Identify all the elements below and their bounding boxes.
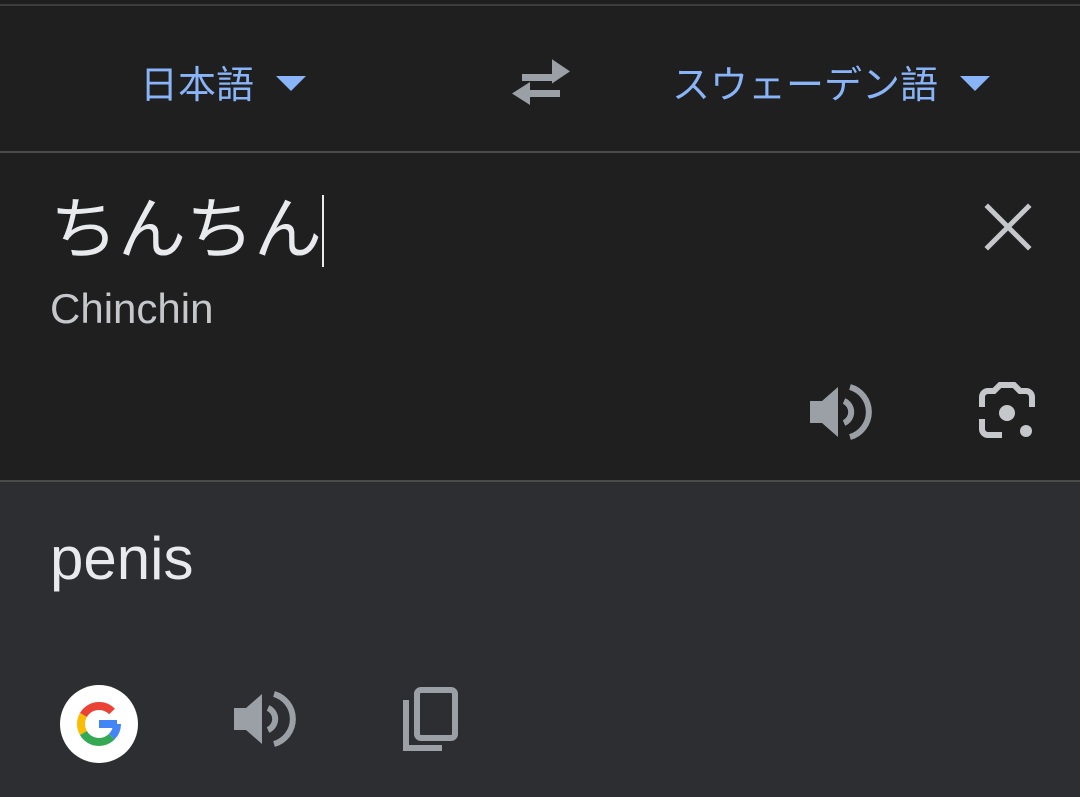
copy-icon: [403, 687, 458, 751]
source-text-input[interactable]: ちんちん: [50, 191, 325, 271]
swap-arrows-icon: [512, 59, 570, 105]
romanization-text: Chinchin: [50, 285, 214, 332]
chevron-down-icon: [276, 75, 307, 91]
camera-translate-button[interactable]: [974, 381, 1040, 443]
source-input-area[interactable]: ちんちん Chinchin: [0, 153, 1080, 482]
copy-translation-button[interactable]: [398, 686, 464, 756]
source-language-label: 日本語: [140, 62, 255, 107]
source-text: ちんちん: [50, 191, 323, 270]
speaker-icon: [234, 691, 296, 747]
source-language-selector[interactable]: 日本語: [140, 56, 307, 107]
listen-translation-button[interactable]: [230, 688, 296, 750]
text-cursor: [322, 195, 325, 267]
target-language-label: スウェーデン語: [672, 62, 939, 107]
speaker-icon: [810, 384, 872, 440]
translate-app: 日本語 スウェーデン語 ちんちん Chinchin penis: [0, 0, 1080, 797]
chevron-down-icon: [960, 75, 991, 91]
camera-lens-icon: [979, 382, 1035, 438]
language-bar: 日本語 スウェーデン語: [0, 6, 1080, 153]
close-icon: [984, 203, 1032, 251]
listen-source-button[interactable]: [806, 381, 872, 443]
google-search-button[interactable]: [60, 685, 138, 763]
clear-input-button[interactable]: [982, 201, 1034, 253]
translated-text: penis: [50, 525, 194, 592]
translation-output-area: penis: [0, 482, 1080, 797]
google-logo-icon: [77, 701, 121, 746]
swap-languages-button[interactable]: [508, 56, 574, 112]
target-language-selector[interactable]: スウェーデン語: [672, 56, 991, 107]
